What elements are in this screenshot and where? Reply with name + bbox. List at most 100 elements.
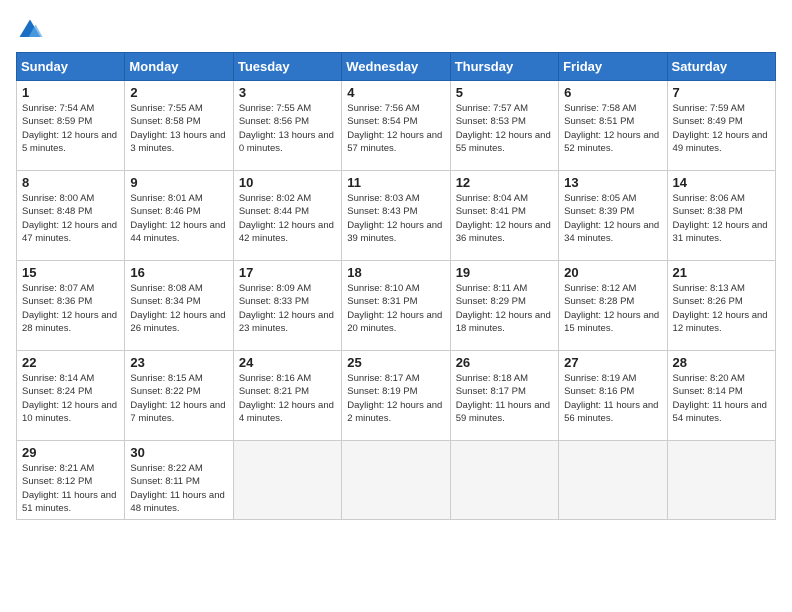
weekday-header-sunday: Sunday (17, 53, 125, 81)
calendar-cell: 10 Sunrise: 8:02 AMSunset: 8:44 PMDayligh… (233, 171, 341, 261)
day-number: 28 (673, 355, 770, 370)
day-info: Sunrise: 8:20 AMSunset: 8:14 PMDaylight:… (673, 372, 770, 425)
day-info: Sunrise: 8:08 AMSunset: 8:34 PMDaylight:… (130, 282, 227, 335)
day-number: 7 (673, 85, 770, 100)
day-number: 29 (22, 445, 119, 460)
day-info: Sunrise: 8:18 AMSunset: 8:17 PMDaylight:… (456, 372, 553, 425)
calendar-cell: 30 Sunrise: 8:22 AMSunset: 8:11 PMDayligh… (125, 441, 233, 520)
day-number: 15 (22, 265, 119, 280)
day-info: Sunrise: 8:17 AMSunset: 8:19 PMDaylight:… (347, 372, 444, 425)
weekday-header-thursday: Thursday (450, 53, 558, 81)
day-info: Sunrise: 8:16 AMSunset: 8:21 PMDaylight:… (239, 372, 336, 425)
calendar-cell: 8 Sunrise: 8:00 AMSunset: 8:48 PMDaylight… (17, 171, 125, 261)
calendar-cell: 26 Sunrise: 8:18 AMSunset: 8:17 PMDayligh… (450, 351, 558, 441)
day-number: 20 (564, 265, 661, 280)
calendar-cell: 27 Sunrise: 8:19 AMSunset: 8:16 PMDayligh… (559, 351, 667, 441)
day-number: 24 (239, 355, 336, 370)
day-number: 22 (22, 355, 119, 370)
calendar-cell: 20 Sunrise: 8:12 AMSunset: 8:28 PMDayligh… (559, 261, 667, 351)
week-row-4: 22 Sunrise: 8:14 AMSunset: 8:24 PMDayligh… (17, 351, 776, 441)
page-header (16, 16, 776, 44)
weekday-header-friday: Friday (559, 53, 667, 81)
calendar-cell: 2 Sunrise: 7:55 AMSunset: 8:58 PMDaylight… (125, 81, 233, 171)
calendar-cell: 24 Sunrise: 8:16 AMSunset: 8:21 PMDayligh… (233, 351, 341, 441)
day-info: Sunrise: 7:59 AMSunset: 8:49 PMDaylight:… (673, 102, 770, 155)
day-number: 30 (130, 445, 227, 460)
weekday-header-saturday: Saturday (667, 53, 775, 81)
calendar-cell: 22 Sunrise: 8:14 AMSunset: 8:24 PMDayligh… (17, 351, 125, 441)
calendar-cell: 4 Sunrise: 7:56 AMSunset: 8:54 PMDaylight… (342, 81, 450, 171)
calendar-cell: 15 Sunrise: 8:07 AMSunset: 8:36 PMDayligh… (17, 261, 125, 351)
logo (16, 16, 48, 44)
calendar-cell: 29 Sunrise: 8:21 AMSunset: 8:12 PMDayligh… (17, 441, 125, 520)
calendar-cell: 16Sunrise: 8:08 AMSunset: 8:34 PMDayligh… (125, 261, 233, 351)
day-info: Sunrise: 8:12 AMSunset: 8:28 PMDaylight:… (564, 282, 661, 335)
day-number: 19 (456, 265, 553, 280)
day-info: Sunrise: 8:11 AMSunset: 8:29 PMDaylight:… (456, 282, 553, 335)
calendar-cell: 3Sunrise: 7:55 AMSunset: 8:56 PMDaylight… (233, 81, 341, 171)
day-number: 1 (22, 85, 119, 100)
day-number: 5 (456, 85, 553, 100)
calendar-cell: 19 Sunrise: 8:11 AMSunset: 8:29 PMDayligh… (450, 261, 558, 351)
day-number: 12 (456, 175, 553, 190)
weekday-header-row: SundayMondayTuesdayWednesdayThursdayFrid… (17, 53, 776, 81)
day-number: 11 (347, 175, 444, 190)
day-info: Sunrise: 8:07 AMSunset: 8:36 PMDaylight:… (22, 282, 119, 335)
day-number: 25 (347, 355, 444, 370)
day-info: Sunrise: 8:14 AMSunset: 8:24 PMDaylight:… (22, 372, 119, 425)
day-info: Sunrise: 8:15 AMSunset: 8:22 PMDaylight:… (130, 372, 227, 425)
day-info: Sunrise: 8:13 AMSunset: 8:26 PMDaylight:… (673, 282, 770, 335)
day-number: 8 (22, 175, 119, 190)
weekday-header-tuesday: Tuesday (233, 53, 341, 81)
day-number: 17 (239, 265, 336, 280)
day-info: Sunrise: 7:55 AMSunset: 8:58 PMDaylight:… (130, 102, 227, 155)
day-info: Sunrise: 7:56 AMSunset: 8:54 PMDaylight:… (347, 102, 444, 155)
day-info: Sunrise: 8:04 AMSunset: 8:41 PMDaylight:… (456, 192, 553, 245)
calendar-cell (450, 441, 558, 520)
day-info: Sunrise: 8:09 AMSunset: 8:33 PMDaylight:… (239, 282, 336, 335)
day-number: 21 (673, 265, 770, 280)
calendar-cell: 28 Sunrise: 8:20 AMSunset: 8:14 PMDayligh… (667, 351, 775, 441)
calendar-cell: 11 Sunrise: 8:03 AMSunset: 8:43 PMDayligh… (342, 171, 450, 261)
weekday-header-wednesday: Wednesday (342, 53, 450, 81)
calendar-cell (667, 441, 775, 520)
calendar-cell: 1 Sunrise: 7:54 AMSunset: 8:59 PMDaylight… (17, 81, 125, 171)
day-info: Sunrise: 8:01 AMSunset: 8:46 PMDaylight:… (130, 192, 227, 245)
week-row-5: 29 Sunrise: 8:21 AMSunset: 8:12 PMDayligh… (17, 441, 776, 520)
calendar-cell: 7 Sunrise: 7:59 AMSunset: 8:49 PMDaylight… (667, 81, 775, 171)
day-number: 9 (130, 175, 227, 190)
calendar-cell: 25 Sunrise: 8:17 AMSunset: 8:19 PMDayligh… (342, 351, 450, 441)
calendar-cell: 6Sunrise: 7:58 AMSunset: 8:51 PMDaylight… (559, 81, 667, 171)
day-info: Sunrise: 8:05 AMSunset: 8:39 PMDaylight:… (564, 192, 661, 245)
day-info: Sunrise: 8:19 AMSunset: 8:16 PMDaylight:… (564, 372, 661, 425)
calendar-cell (559, 441, 667, 520)
weekday-header-monday: Monday (125, 53, 233, 81)
calendar-cell: 21 Sunrise: 8:13 AMSunset: 8:26 PMDayligh… (667, 261, 775, 351)
day-info: Sunrise: 7:58 AMSunset: 8:51 PMDaylight:… (564, 102, 661, 155)
day-number: 26 (456, 355, 553, 370)
day-info: Sunrise: 8:02 AMSunset: 8:44 PMDaylight:… (239, 192, 336, 245)
day-info: Sunrise: 7:54 AMSunset: 8:59 PMDaylight:… (22, 102, 119, 155)
day-info: Sunrise: 8:21 AMSunset: 8:12 PMDaylight:… (22, 462, 119, 515)
day-info: Sunrise: 8:06 AMSunset: 8:38 PMDaylight:… (673, 192, 770, 245)
calendar-cell: 17 Sunrise: 8:09 AMSunset: 8:33 PMDayligh… (233, 261, 341, 351)
day-number: 3 (239, 85, 336, 100)
day-number: 4 (347, 85, 444, 100)
day-info: Sunrise: 8:00 AMSunset: 8:48 PMDaylight:… (22, 192, 119, 245)
week-row-2: 8 Sunrise: 8:00 AMSunset: 8:48 PMDaylight… (17, 171, 776, 261)
day-number: 2 (130, 85, 227, 100)
logo-icon (16, 16, 44, 44)
day-number: 10 (239, 175, 336, 190)
day-info: Sunrise: 8:10 AMSunset: 8:31 PMDaylight:… (347, 282, 444, 335)
week-row-1: 1 Sunrise: 7:54 AMSunset: 8:59 PMDaylight… (17, 81, 776, 171)
calendar: SundayMondayTuesdayWednesdayThursdayFrid… (16, 52, 776, 520)
day-info: Sunrise: 8:03 AMSunset: 8:43 PMDaylight:… (347, 192, 444, 245)
calendar-cell (233, 441, 341, 520)
day-info: Sunrise: 8:22 AMSunset: 8:11 PMDaylight:… (130, 462, 227, 515)
calendar-cell: 13Sunrise: 8:05 AMSunset: 8:39 PMDayligh… (559, 171, 667, 261)
calendar-cell: 12 Sunrise: 8:04 AMSunset: 8:41 PMDayligh… (450, 171, 558, 261)
day-number: 27 (564, 355, 661, 370)
calendar-cell: 5Sunrise: 7:57 AMSunset: 8:53 PMDaylight… (450, 81, 558, 171)
day-number: 18 (347, 265, 444, 280)
calendar-cell: 18 Sunrise: 8:10 AMSunset: 8:31 PMDayligh… (342, 261, 450, 351)
